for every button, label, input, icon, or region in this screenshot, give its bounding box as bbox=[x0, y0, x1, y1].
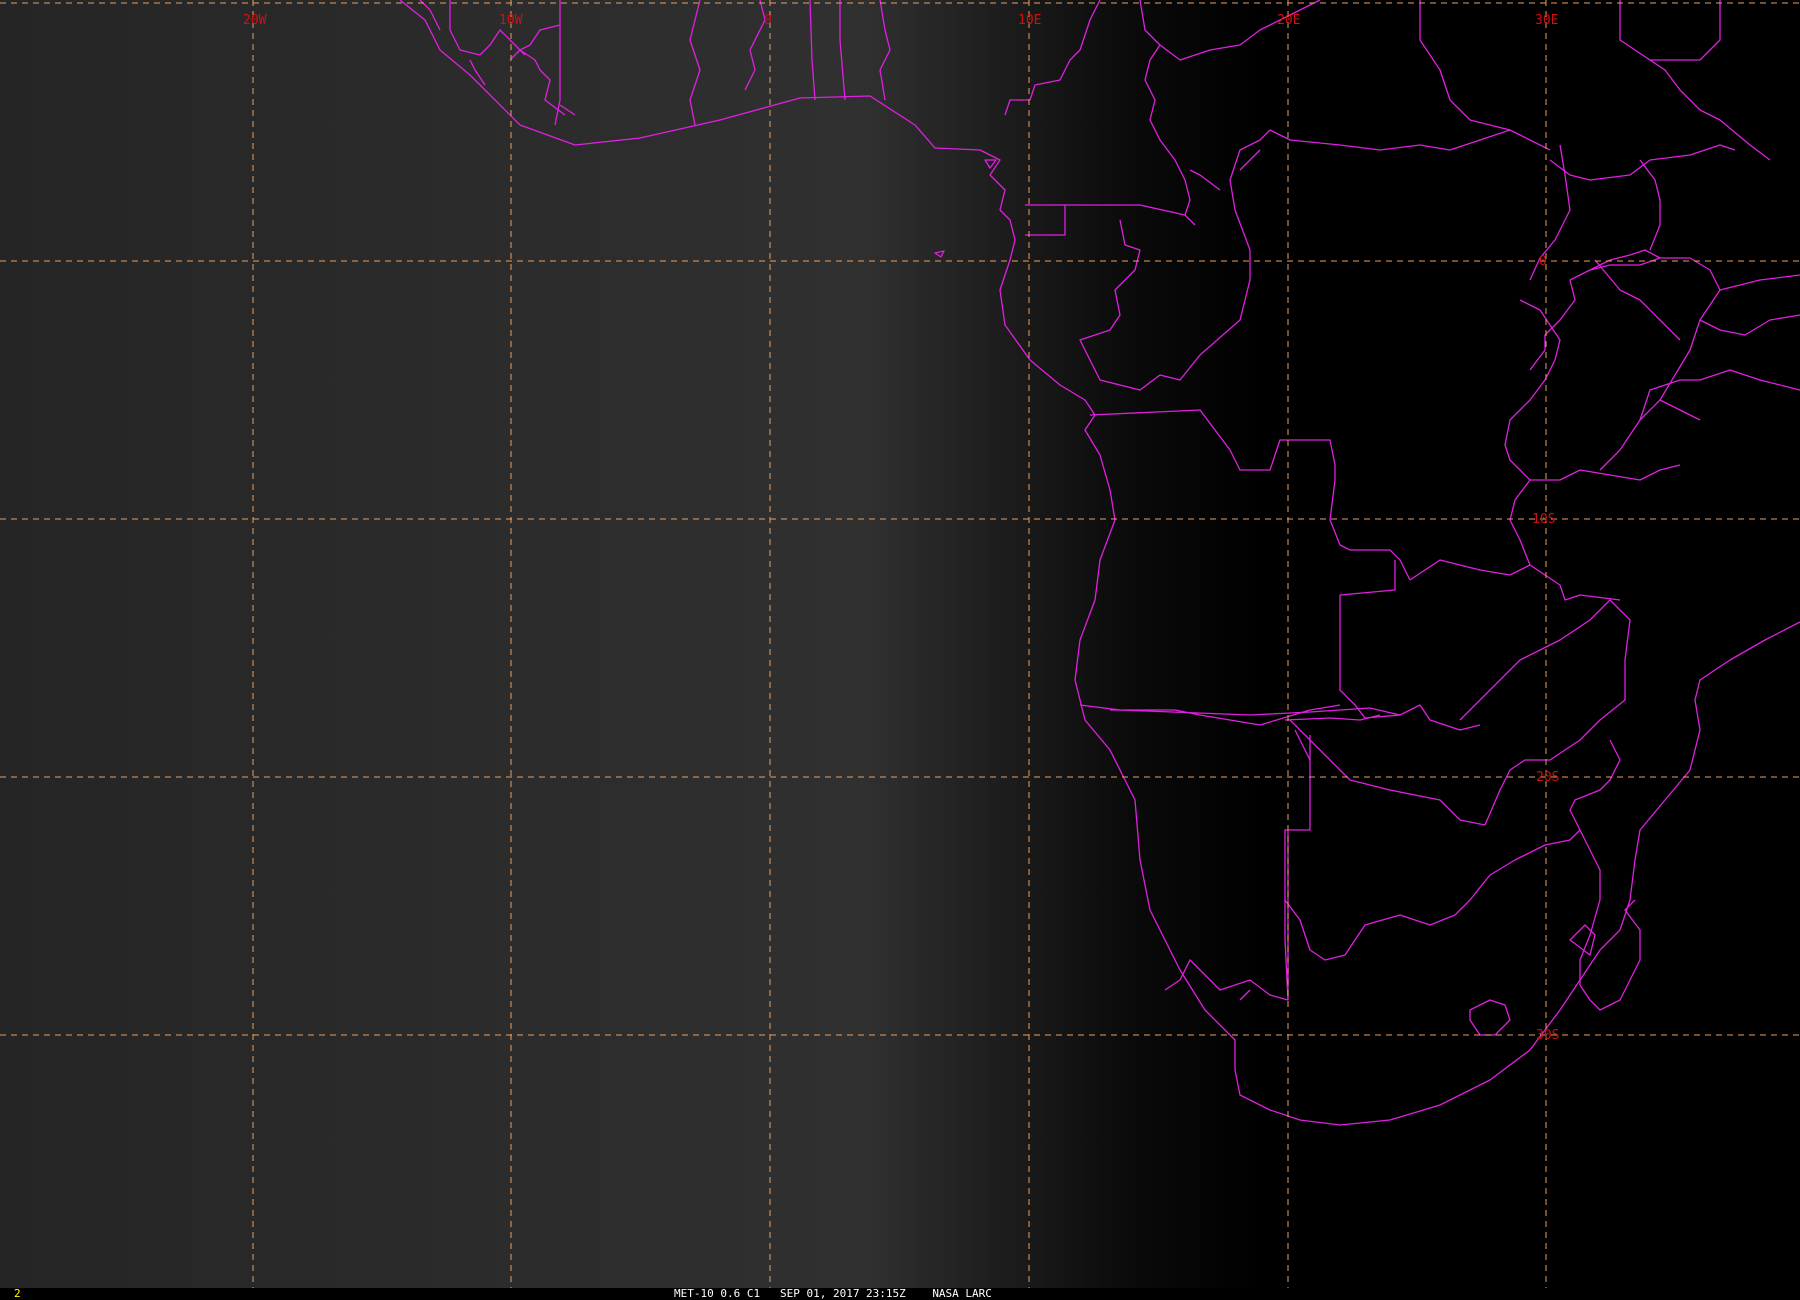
imagery-background bbox=[0, 0, 1800, 1288]
status-bar: 2 MET-10 0.6 C1 SEP 01, 2017 23:15Z NASA… bbox=[0, 1288, 1800, 1300]
data-source: NASA LARC bbox=[932, 1287, 992, 1300]
lat-label-30s: 30S bbox=[1536, 1028, 1559, 1043]
lon-label-20w: 20W bbox=[243, 13, 267, 28]
lon-label-30e: 30E bbox=[1535, 13, 1558, 28]
lon-label-0: 0 bbox=[764, 13, 772, 28]
lat-label-20s: 20S bbox=[1536, 770, 1559, 785]
image-caption: MET-10 0.6 C1 SEP 01, 2017 23:15Z NASA L… bbox=[674, 1288, 992, 1300]
frame-number: 2 bbox=[14, 1287, 21, 1300]
lat-label-10s: 10S bbox=[1532, 512, 1555, 527]
satellite-map: 20W 10W 0 10E 20E 30E 0 10S 20S 30S bbox=[0, 0, 1800, 1288]
lon-label-20e: 20E bbox=[1277, 13, 1300, 28]
date-time: SEP 01, 2017 23:15Z bbox=[779, 1287, 906, 1300]
lat-label-0: 0 bbox=[1539, 254, 1547, 269]
lon-label-10w: 10W bbox=[499, 13, 523, 28]
satellite-channel: MET-10 0.6 C1 bbox=[674, 1287, 761, 1300]
lon-label-10e: 10E bbox=[1018, 13, 1041, 28]
